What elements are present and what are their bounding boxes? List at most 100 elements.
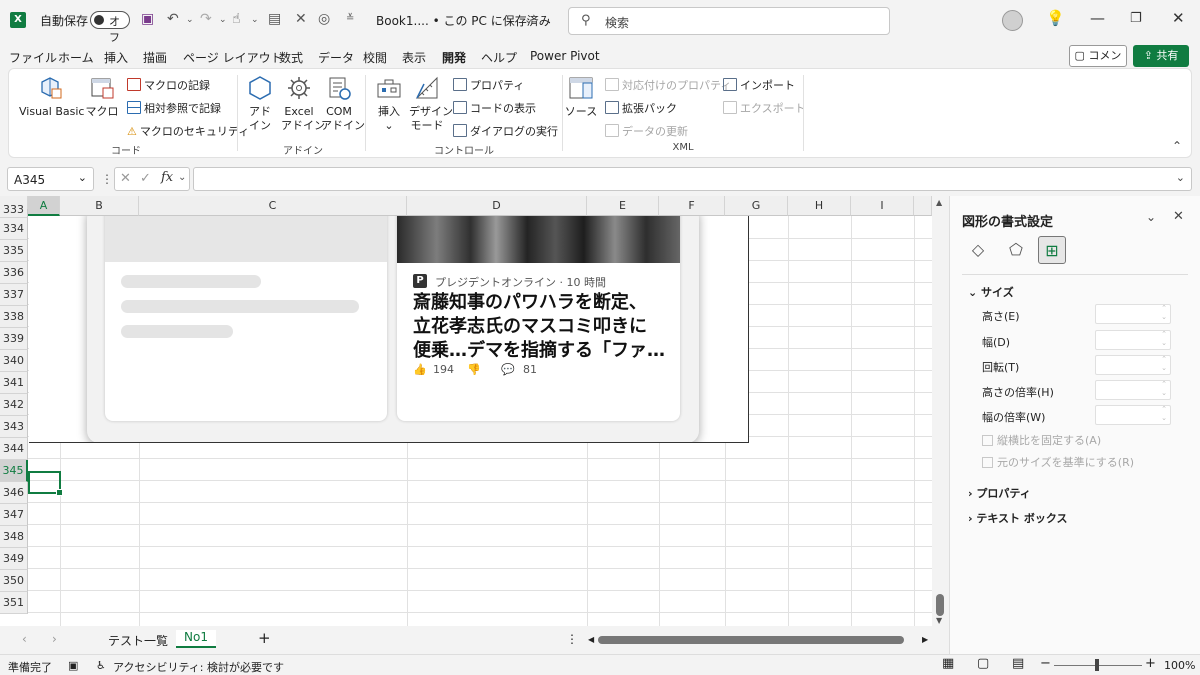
row-header[interactable]: 346 <box>0 482 28 504</box>
size-properties-icon[interactable]: ⊞ <box>1038 236 1066 264</box>
row-header[interactable]: 342 <box>0 394 28 416</box>
row-header[interactable]: 337 <box>0 284 28 306</box>
tab-developer[interactable]: 開発 <box>442 49 467 71</box>
minimize-icon[interactable]: — <box>1090 9 1105 27</box>
row-header-selected[interactable]: 345 <box>0 460 28 482</box>
collapse-ribbon-icon[interactable]: ⌃ <box>1172 139 1182 153</box>
row-header[interactable]: 344 <box>0 438 28 460</box>
row-header[interactable]: 351 <box>0 592 28 614</box>
row-header[interactable]: 347 <box>0 504 28 526</box>
insert-function-button[interactable]: fx <box>161 170 173 185</box>
redo-icon[interactable]: ↷ <box>200 11 212 27</box>
row-header[interactable]: 349 <box>0 548 28 570</box>
normal-view-icon[interactable]: ▦ <box>942 656 954 671</box>
scroll-right-icon[interactable]: ▶ <box>922 635 928 644</box>
effects-pentagon-icon[interactable]: ⬠ <box>1002 236 1030 264</box>
zoom-out-icon[interactable]: − <box>1040 656 1051 671</box>
macro-record-icon[interactable]: ▣ <box>68 659 78 672</box>
column-header[interactable]: H <box>788 196 851 216</box>
target-icon[interactable]: ◎ <box>318 11 330 27</box>
close-x-icon[interactable]: ✕ <box>295 11 307 27</box>
fill-line-icon[interactable]: ◇ <box>964 236 992 264</box>
xml-import-button[interactable]: インポート <box>723 77 795 93</box>
scale-width-input[interactable] <box>1095 405 1171 425</box>
share-button[interactable]: ⇪ 共有 <box>1133 45 1189 67</box>
tab-formulas[interactable]: 数式 <box>279 49 303 66</box>
row-header[interactable]: 333 <box>0 204 28 218</box>
visual-basic-button[interactable]: Visual Basic <box>19 75 84 119</box>
properties-button[interactable]: プロパティ <box>453 77 524 93</box>
lock-aspect-checkbox[interactable]: 縦横比を固定する(A) <box>982 432 1101 448</box>
more-options-icon[interactable]: ⋮ <box>101 172 113 186</box>
undo-dropdown-icon[interactable]: ⌄ <box>186 15 194 25</box>
xml-export-button[interactable]: エクスポート <box>723 100 806 116</box>
undo-icon[interactable]: ↶ <box>167 11 179 27</box>
account-avatar[interactable] <box>1002 10 1023 31</box>
sheet-tab-active[interactable]: No1 <box>176 630 216 648</box>
tab-page-layout[interactable]: ページ レイアウト <box>183 49 283 66</box>
zoom-level[interactable]: 100% <box>1164 659 1195 672</box>
row-header[interactable]: 343 <box>0 416 28 438</box>
fx-dropdown-icon[interactable]: ⌄ <box>178 172 186 183</box>
expansion-packs-button[interactable]: 拡張パック <box>605 100 677 116</box>
row-header[interactable]: 341 <box>0 372 28 394</box>
next-sheet-icon[interactable]: › <box>52 632 57 646</box>
save-icon[interactable]: ▣ <box>141 11 154 27</box>
enter-check-icon[interactable]: ✓ <box>140 171 151 186</box>
accessibility-icon[interactable]: ♿ <box>96 659 106 672</box>
pane-options-icon[interactable]: ⌄ <box>1146 210 1156 224</box>
run-dialog-button[interactable]: ダイアログの実行 <box>453 123 558 139</box>
scroll-up-icon[interactable]: ▲ <box>936 198 942 207</box>
scroll-left-icon[interactable]: ◀ <box>588 635 594 644</box>
row-header[interactable]: 338 <box>0 306 28 328</box>
row-header[interactable]: 335 <box>0 240 28 262</box>
column-header[interactable]: B <box>60 196 139 216</box>
accessibility-status[interactable]: アクセシビリティ: 検討が必要です <box>113 659 284 675</box>
row-header[interactable]: 340 <box>0 350 28 372</box>
macro-button[interactable]: マクロ <box>85 75 119 119</box>
view-code-button[interactable]: コードの表示 <box>453 100 536 116</box>
embedded-picture[interactable]: P プレジデントオンライン · 10 時間 斎藤知事のパワハラを断定、 立花孝志… <box>29 216 749 443</box>
section-size-header[interactable]: ⌄ サイズ <box>968 284 1014 300</box>
row-header[interactable]: 350 <box>0 570 28 592</box>
height-input[interactable] <box>1095 304 1171 324</box>
lightbulb-icon[interactable]: 💡 <box>1046 9 1065 27</box>
name-box[interactable]: A345 ⌄ <box>7 167 94 191</box>
window-close-icon[interactable]: ✕ <box>1172 9 1185 27</box>
sheet-tab[interactable]: テスト一覧 <box>108 632 168 649</box>
vertical-scroll-thumb[interactable] <box>936 594 944 616</box>
map-properties-button[interactable]: 対応付けのプロパティ <box>605 77 731 93</box>
relative-original-checkbox[interactable]: 元のサイズを基準にする(R) <box>982 454 1134 470</box>
tab-draw[interactable]: 描画 <box>143 49 167 66</box>
horizontal-scroll-thumb[interactable] <box>598 636 904 644</box>
column-header[interactable]: F <box>659 196 725 216</box>
tab-help[interactable]: ヘルプ <box>481 49 517 66</box>
rotation-input[interactable] <box>1095 355 1171 375</box>
column-header[interactable]: C <box>139 196 407 216</box>
design-mode-button[interactable]: デザイン モード <box>409 75 453 133</box>
row-header[interactable]: 348 <box>0 526 28 548</box>
expand-formula-icon[interactable]: ⌄ <box>1176 171 1185 184</box>
excel-addin-button[interactable]: Excel アドイン <box>281 75 325 133</box>
column-header[interactable]: G <box>725 196 788 216</box>
customize-qat-icon[interactable]: ≚ <box>346 13 354 24</box>
worksheet-grid[interactable]: A B C D E F G H I 333 334 335 336 337 33… <box>0 196 932 626</box>
com-addin-button[interactable]: COM アドイン <box>321 75 365 133</box>
comment-button[interactable]: ▢ コメント <box>1069 45 1127 82</box>
print-preview-icon[interactable]: ▤ <box>268 11 281 27</box>
xml-source-button[interactable]: ソース <box>564 75 598 119</box>
page-layout-view-icon[interactable]: ▢ <box>977 656 989 671</box>
active-cell[interactable] <box>28 471 63 496</box>
section-textbox-header[interactable]: › テキスト ボックス <box>968 510 1068 526</box>
add-sheet-icon[interactable]: + <box>258 629 271 647</box>
relative-reference-button[interactable]: 相対参照で記録 <box>127 100 221 116</box>
title-dropdown-icon[interactable]: ⌄ <box>524 13 533 26</box>
column-header[interactable]: D <box>407 196 587 216</box>
vertical-scrollbar[interactable]: ▲ ▼ <box>932 196 948 626</box>
touch-mode-icon[interactable]: ☝ <box>232 11 241 27</box>
tab-review[interactable]: 校閲 <box>363 49 387 66</box>
tab-insert[interactable]: 挿入 <box>104 49 128 66</box>
redo-dropdown-icon[interactable]: ⌄ <box>219 15 227 25</box>
pane-close-icon[interactable]: ✕ <box>1173 209 1184 224</box>
macro-security-button[interactable]: ⚠ マクロのセキュリティ <box>127 123 249 139</box>
